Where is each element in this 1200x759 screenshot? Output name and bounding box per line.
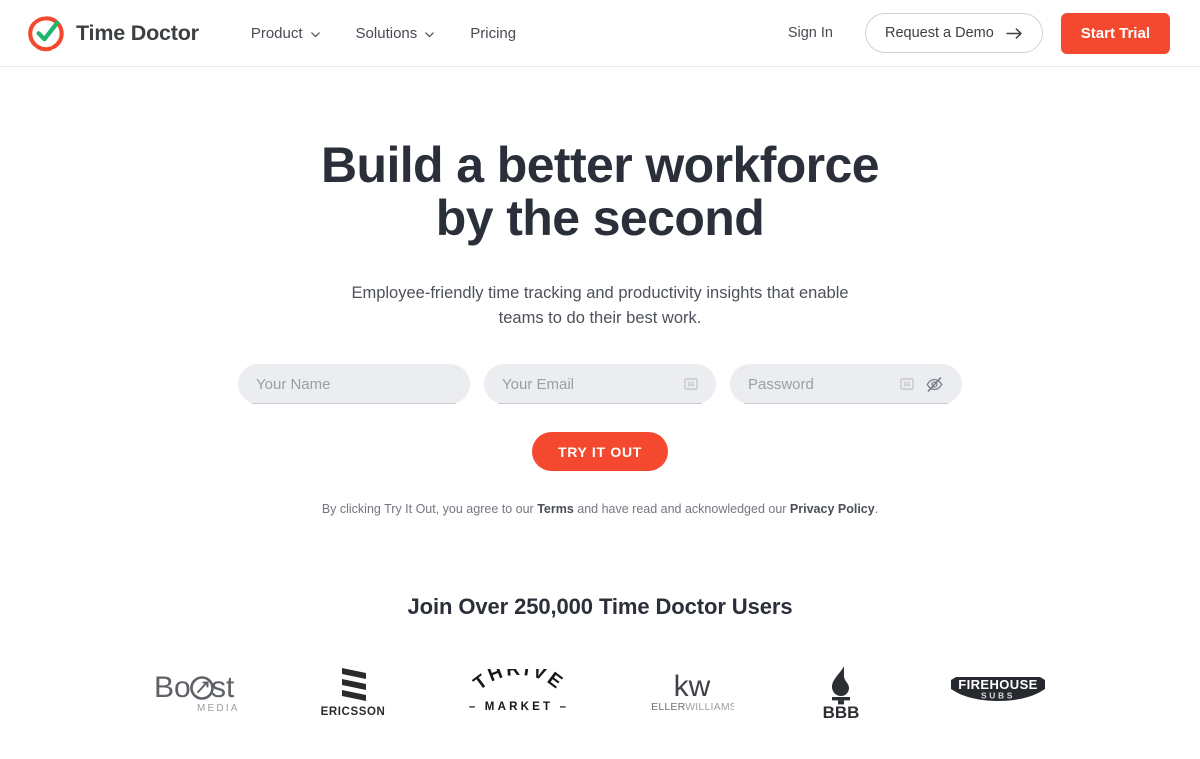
svg-text:MEDIA: MEDIA [197,703,239,714]
broken-image-icon [684,377,698,391]
email-input[interactable] [502,375,678,393]
svg-text:ERICSSON: ERICSSON [320,706,385,718]
nav-item-pricing[interactable]: Pricing [470,25,516,42]
chevron-down-icon [424,29,435,40]
password-field-icons [900,375,944,394]
legal-middle: and have read and acknowledged our [573,502,790,516]
password-input[interactable] [748,375,894,393]
name-input[interactable] [256,375,452,393]
bbb-logo-icon: BBB [813,663,869,721]
try-it-out-button[interactable]: TRY IT OUT [532,432,668,471]
cta-container: TRY IT OUT [0,432,1200,471]
start-trial-button[interactable]: Start Trial [1060,12,1170,54]
header-actions: Sign In Request a Demo Start Trial [788,12,1170,54]
nav-item-solutions[interactable]: Solutions [356,25,436,42]
boost-media-logo-icon: Bo st MEDIA [153,669,239,715]
chevron-down-icon [310,29,321,40]
main-navigation: Product Solutions Pricing [251,25,516,42]
customer-logo-thrive-market: THRIVE – MARKET – [467,664,571,720]
request-demo-label: Request a Demo [884,25,994,41]
nav-item-label: Product [250,24,303,42]
page-title: Build a better workforce by the second [0,139,1200,245]
sign-in-link[interactable]: Sign In [788,25,833,41]
broken-image-icon [900,377,914,391]
firehouse-subs-logo-icon: FIREHOUSE SUBS [948,671,1048,713]
customer-logo-boost-media: Bo st MEDIA [153,664,239,720]
customer-logo-keller-williams: kw KELLERWILLIAMS. [650,664,734,720]
hero-section: Build a better workforce by the second E… [0,67,1200,516]
request-demo-button[interactable]: Request a Demo [864,13,1043,53]
timedoctor-check-circle-logo-icon [28,15,65,52]
password-field-wrapper[interactable] [730,364,962,404]
svg-text:SUBS: SUBS [980,691,1014,701]
email-field-icons [684,377,698,391]
social-proof-section: Join Over 250,000 Time Doctor Users Bo s… [0,594,1200,721]
svg-text:BBB: BBB [822,703,859,721]
nav-item-label: Solutions [355,24,418,42]
svg-text:KELLERWILLIAMS.: KELLERWILLIAMS. [650,701,734,713]
nav-item-product[interactable]: Product [251,25,321,42]
svg-text:Bo: Bo [154,671,191,704]
customer-logo-bbb: BBB [813,663,869,721]
hero-subtitle: Employee-friendly time tracking and prod… [351,284,849,327]
social-proof-heading: Join Over 250,000 Time Doctor Users [407,594,793,619]
hero-title-line-2: by the second [435,190,765,246]
terms-link[interactable]: Terms [537,502,574,516]
legal-disclaimer: By clicking Try It Out, you agree to our… [0,502,1200,516]
legal-prefix: By clicking Try It Out, you agree to our [321,502,538,516]
customer-logo-ericsson: ERICSSON [318,664,388,720]
customer-logos: Bo st MEDIA ERICSSON THRIVE – MARKET – k… [0,663,1200,721]
eye-off-icon[interactable] [925,375,944,394]
arrow-right-icon [1006,27,1023,40]
legal-suffix: . [874,502,879,516]
svg-text:THRIVE: THRIVE [469,669,567,695]
keller-williams-logo-icon: kw KELLERWILLIAMS. [650,668,734,716]
svg-text:st: st [211,671,235,704]
svg-text:– MARKET –: – MARKET – [468,701,568,713]
thrive-market-logo-icon: THRIVE – MARKET – [467,669,571,715]
svg-text:kw: kw [673,670,710,703]
privacy-policy-link[interactable]: Privacy Policy [790,502,875,516]
nav-item-label: Pricing [470,24,517,42]
brand-logo-link[interactable]: Time Doctor [28,15,199,52]
email-field-wrapper[interactable] [484,364,716,404]
name-field-wrapper[interactable] [238,364,470,404]
site-header: Time Doctor Product Solutions Pricing Si… [0,0,1200,67]
hero-title-line-1: Build a better workforce [321,137,880,193]
signup-form [0,364,1200,404]
ericsson-logo-icon: ERICSSON [318,665,388,719]
customer-logo-firehouse-subs: FIREHOUSE SUBS [948,664,1048,720]
brand-name: Time Doctor [76,20,199,45]
